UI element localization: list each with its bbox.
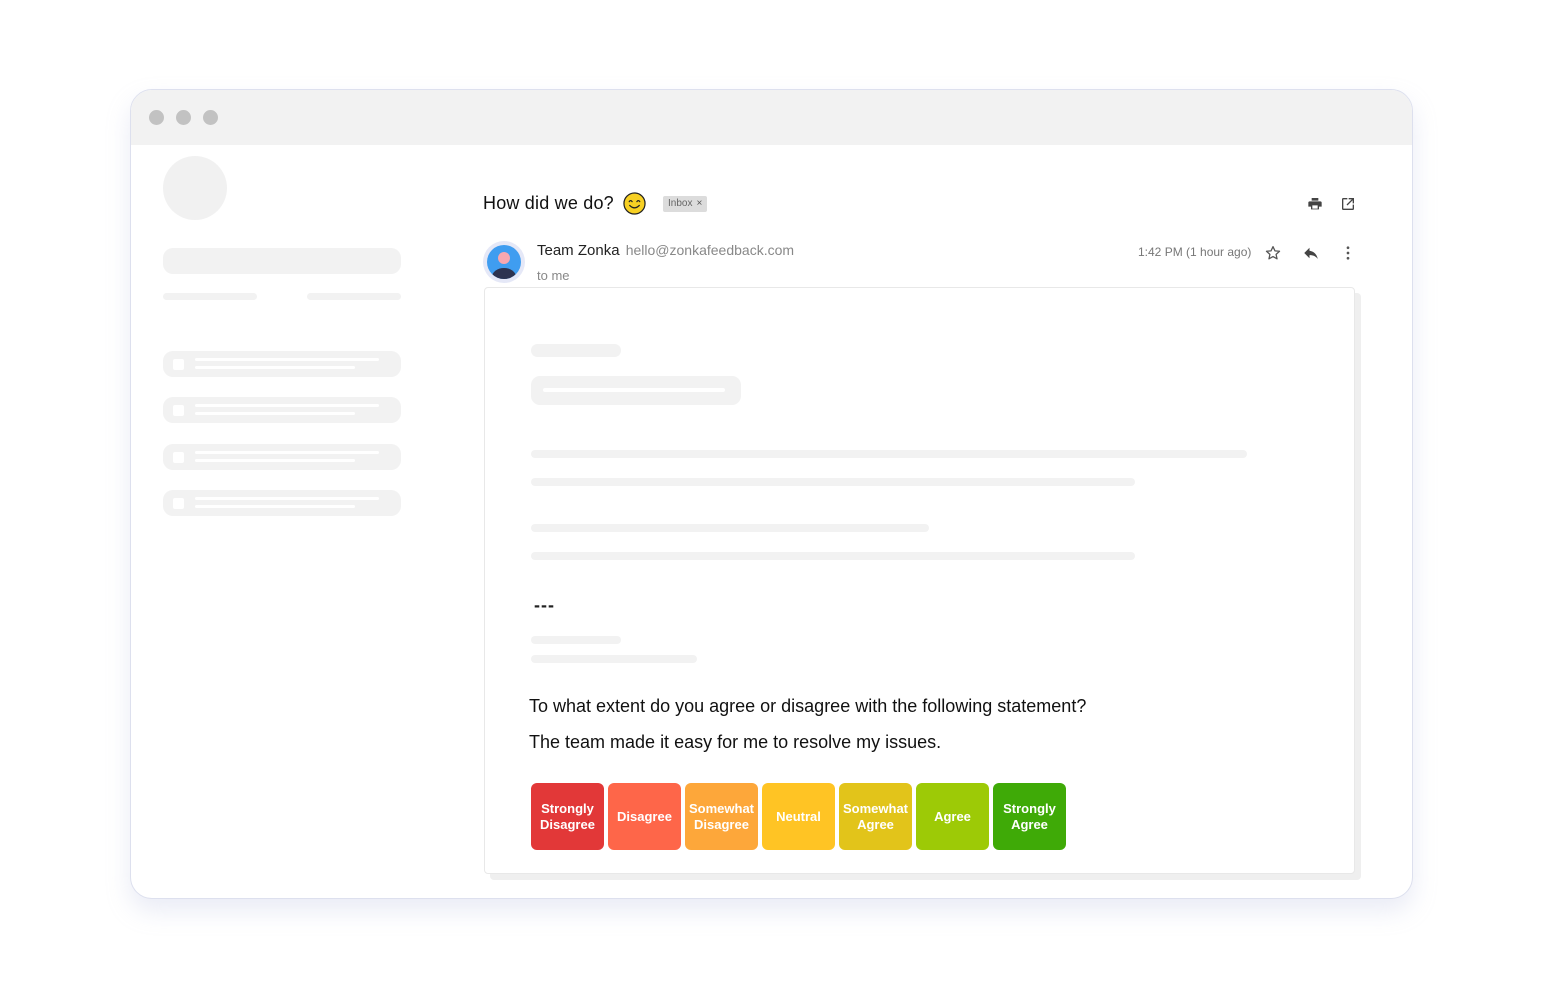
likert-scale: Strongly Disagree Disagree Somewhat Disa… [531, 783, 1066, 850]
window-minimize-dot[interactable] [176, 110, 191, 125]
scale-option-strongly-agree[interactable]: Strongly Agree [993, 783, 1066, 850]
browser-window: How did we do? Inbox × Team Zonka hello@z… [130, 89, 1413, 899]
body-line-placeholder [531, 524, 929, 532]
remove-label-icon[interactable]: × [696, 198, 702, 209]
more-vertical-icon [1346, 246, 1350, 260]
print-button[interactable] [1305, 194, 1325, 214]
body-line-placeholder [531, 552, 1135, 560]
signature-separator: --- [534, 595, 555, 615]
email-subject: How did we do? [483, 193, 614, 213]
body-line-placeholder [531, 344, 621, 357]
sidebar-item-placeholder [163, 397, 401, 423]
sidebar-line-placeholder [163, 293, 257, 300]
signature-line-placeholder [531, 655, 697, 663]
print-icon [1308, 198, 1322, 210]
body-line-placeholder [531, 450, 1247, 458]
scale-option-somewhat-disagree[interactable]: Somewhat Disagree [685, 783, 758, 850]
body-button-placeholder [531, 376, 741, 405]
window-close-dot[interactable] [149, 110, 164, 125]
sidebar-item-placeholder [163, 351, 401, 377]
sidebar-line-placeholder [307, 293, 401, 300]
sender-info: Team Zonka hello@zonkafeedback.com [537, 242, 794, 259]
scale-option-agree[interactable]: Agree [916, 783, 989, 850]
scale-option-somewhat-agree[interactable]: Somewhat Agree [839, 783, 912, 850]
smiling-face-icon [623, 192, 646, 215]
scale-option-strongly-disagree[interactable]: Strongly Disagree [531, 783, 604, 850]
signature-line-placeholder [531, 636, 621, 644]
more-options-button[interactable] [1338, 243, 1358, 263]
scale-option-disagree[interactable]: Disagree [608, 783, 681, 850]
sidebar-avatar-placeholder [163, 156, 227, 220]
reply-icon [1304, 247, 1318, 259]
inbox-label-text: Inbox [668, 198, 693, 209]
inbox-label-chip[interactable]: Inbox × [663, 196, 708, 212]
open-in-new-icon [1342, 198, 1354, 210]
survey-statement: The team made it easy for me to resolve … [529, 732, 942, 752]
star-icon [1265, 245, 1281, 260]
sidebar-item-placeholder [163, 444, 401, 470]
reply-button[interactable] [1301, 243, 1321, 263]
open-in-new-window-button[interactable] [1338, 194, 1358, 214]
survey-question: To what extent do you agree or disagree … [529, 696, 1087, 716]
sender-avatar[interactable] [483, 241, 525, 283]
scale-option-neutral[interactable]: Neutral [762, 783, 835, 850]
body-line-placeholder [531, 478, 1135, 486]
window-maximize-dot[interactable] [203, 110, 218, 125]
star-button[interactable] [1263, 243, 1283, 263]
title-bar [131, 90, 1412, 145]
sender-email: hello@zonkafeedback.com [625, 242, 795, 258]
recipient-details[interactable]: to me [537, 268, 570, 283]
sender-name: Team Zonka [537, 242, 620, 259]
user-avatar-icon [487, 245, 521, 279]
email-timestamp: 1:42 PM (1 hour ago) [1138, 245, 1252, 259]
sidebar-item-placeholder [163, 490, 401, 516]
sidebar-compose-placeholder [163, 248, 401, 274]
